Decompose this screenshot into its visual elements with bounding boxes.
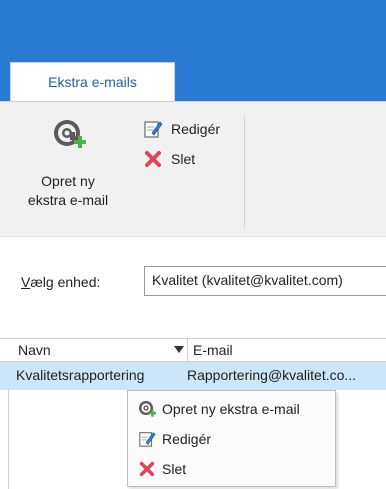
- edit-label: Redigér: [171, 121, 221, 137]
- menu-item-delete[interactable]: Slet: [128, 455, 335, 483]
- at-add-icon: [54, 120, 86, 148]
- menu-item-label: Redigér: [162, 431, 212, 447]
- delete-button[interactable]: Slet: [143, 148, 195, 170]
- delete-icon: [139, 461, 155, 477]
- create-extra-email-label: Opret ny ekstra e-mail: [27, 173, 109, 208]
- edit-button[interactable]: Redigér: [143, 118, 220, 140]
- tab-extra-emails[interactable]: Ekstra e-mails: [10, 62, 175, 101]
- ribbon-toolbar: Opret ny ekstra e-mail Redigér Slet: [0, 101, 386, 237]
- table-row[interactable]: Kvalitetsrapportering Rapportering@kvali…: [0, 362, 386, 390]
- create-extra-email-button[interactable]: Opret ny ekstra e-mail: [8, 112, 126, 222]
- menu-item-label: Slet: [162, 461, 187, 477]
- ribbon-divider: [244, 116, 245, 228]
- grid-header: Navn E-mail: [0, 338, 386, 362]
- delete-icon: [145, 151, 161, 167]
- menu-item-label: Opret ny ekstra e-mail: [162, 401, 300, 417]
- edit-icon: [144, 121, 163, 138]
- window-title-bar: [0, 0, 386, 62]
- at-add-icon: [139, 401, 156, 417]
- column-header-email[interactable]: E-mail: [193, 342, 233, 358]
- context-menu: Opret ny ekstra e-mail Redigér Slet: [127, 390, 336, 487]
- menu-item-create[interactable]: Opret ny ekstra e-mail: [128, 395, 335, 423]
- delete-label: Slet: [171, 151, 196, 167]
- unit-label: Vælg enhed:: [21, 274, 101, 290]
- column-separator[interactable]: [187, 339, 188, 361]
- ribbon-tab-strip: Ekstra e-mails: [0, 62, 386, 101]
- menu-item-edit[interactable]: Redigér: [128, 425, 335, 453]
- unit-select[interactable]: Kvalitet (kvalitet@kvalitet.com): [144, 266, 386, 296]
- cell-name: Kvalitetsrapportering: [16, 367, 145, 383]
- column-header-name[interactable]: Navn: [18, 342, 51, 358]
- unit-selector-row: Vælg enhed: Kvalitet (kvalitet@kvalitet.…: [0, 266, 386, 300]
- cell-email: Rapportering@kvalitet.co...: [187, 367, 357, 383]
- sort-down-icon[interactable]: [174, 346, 184, 353]
- edit-icon: [139, 432, 156, 447]
